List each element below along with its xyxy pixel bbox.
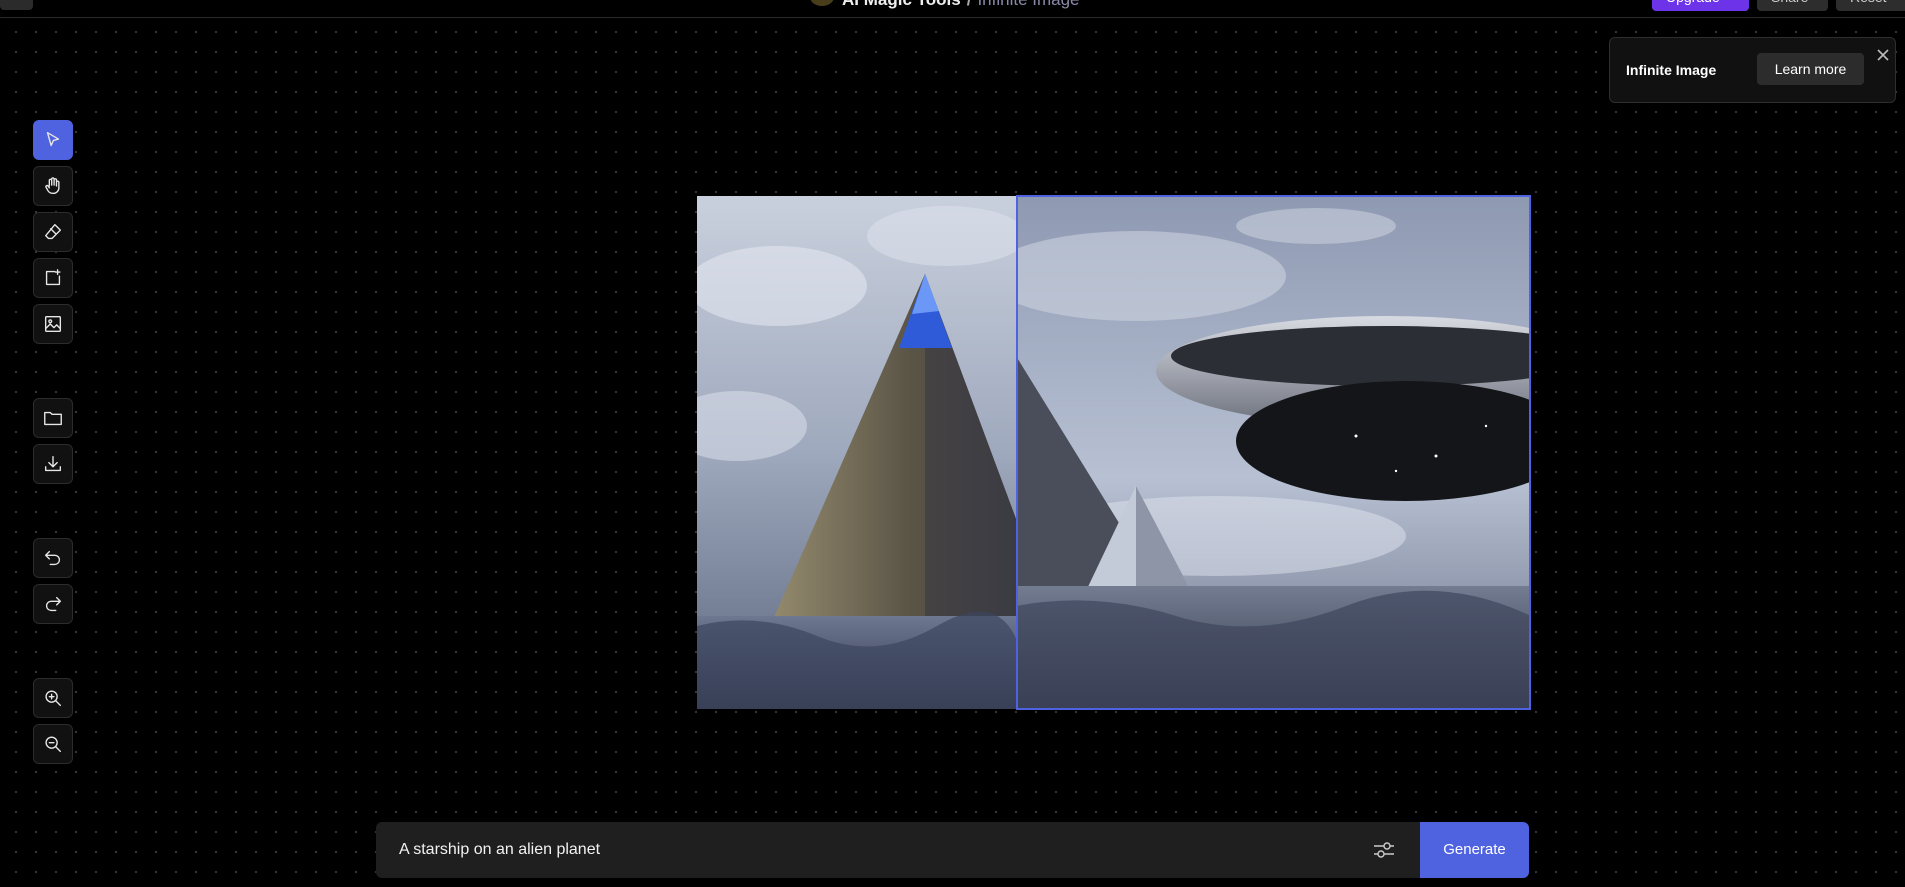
- undo-icon: [44, 550, 61, 566]
- prompt-bar: A starship on an alien planet Generate: [376, 822, 1529, 878]
- menu-button[interactable]: [0, 0, 33, 10]
- generate-button[interactable]: Generate: [1420, 822, 1529, 878]
- breadcrumb-page-title: Infinite Image: [977, 0, 1079, 9]
- close-icon: [1877, 49, 1889, 61]
- zoom-out-icon: [45, 736, 62, 753]
- pan-tool-button[interactable]: [33, 166, 73, 206]
- prompt-input[interactable]: A starship on an alien planet: [399, 822, 1299, 878]
- add-image-button[interactable]: [33, 304, 73, 344]
- redo-icon: [45, 596, 62, 612]
- generated-image-pyramid[interactable]: [697, 196, 1017, 709]
- open-button[interactable]: [33, 398, 73, 438]
- sliders-icon: [1374, 842, 1394, 858]
- app-root: AI Magic Tools / Infinite Image Upgrade Sh…: [0, 0, 1905, 887]
- download-button[interactable]: [33, 444, 73, 484]
- folder-icon: [44, 411, 62, 426]
- starship-artwork: [1016, 196, 1531, 709]
- app-logo: [810, 0, 834, 6]
- info-popup: Infinite Image Learn more: [1609, 37, 1896, 103]
- hand-icon: [45, 177, 60, 195]
- popup-title: Infinite Image: [1626, 62, 1717, 78]
- download-icon: [44, 455, 62, 472]
- new-frame-button[interactable]: [33, 258, 73, 298]
- prompt-settings-button[interactable]: [1372, 839, 1396, 861]
- share-button[interactable]: Share: [1757, 0, 1828, 11]
- eraser-icon: [44, 223, 62, 240]
- popup-close-button[interactable]: [1876, 48, 1890, 62]
- pyramid-artwork: [697, 196, 1017, 709]
- breadcrumb: AI Magic Tools / Infinite Image: [842, 0, 1080, 10]
- generated-image-starship[interactable]: [1016, 196, 1531, 709]
- zoom-out-button[interactable]: [33, 724, 73, 764]
- breadcrumb-separator: /: [967, 0, 972, 9]
- top-bar: AI Magic Tools / Infinite Image Upgrade Sh…: [0, 0, 1905, 18]
- undo-button[interactable]: [33, 538, 73, 578]
- reset-button[interactable]: Reset: [1836, 0, 1905, 11]
- select-tool-button[interactable]: [33, 120, 73, 160]
- erase-tool-button[interactable]: [33, 212, 73, 252]
- learn-more-button[interactable]: Learn more: [1757, 53, 1864, 85]
- breadcrumb-app-title[interactable]: AI Magic Tools: [842, 0, 961, 9]
- zoom-in-icon: [45, 690, 62, 707]
- zoom-in-button[interactable]: [33, 678, 73, 718]
- new-frame-icon: [45, 269, 61, 286]
- upgrade-button[interactable]: Upgrade: [1652, 0, 1749, 11]
- redo-button[interactable]: [33, 584, 73, 624]
- image-icon: [44, 315, 62, 333]
- cursor-icon: [46, 131, 60, 147]
